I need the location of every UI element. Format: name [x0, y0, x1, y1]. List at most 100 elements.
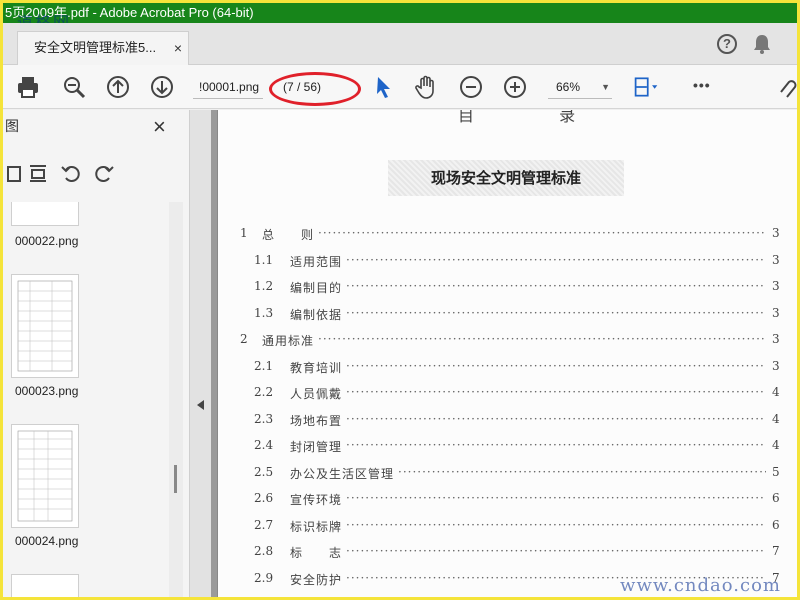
toc-leader-dots: ········································…: [346, 491, 766, 505]
zoom-select[interactable]: 66% ▼: [548, 75, 612, 99]
thumbnail-page-23[interactable]: [11, 274, 79, 378]
toc-page-number: 6: [772, 491, 780, 505]
toc-number: 2.4: [254, 438, 274, 452]
zoom-value: 66%: [556, 80, 581, 94]
extract-page-icon[interactable]: [27, 162, 49, 184]
delete-page-icon[interactable]: [5, 162, 27, 184]
page-up-icon[interactable]: [105, 74, 131, 100]
toc-row: 2.3 场地布置 ·································…: [218, 408, 797, 432]
toc-page-number: 3: [772, 226, 780, 240]
toc-leader-dots: ········································…: [346, 279, 766, 293]
toc-leader-dots: ········································…: [346, 385, 766, 399]
toc-page-number: 3: [772, 358, 780, 373]
thumbnail-image: [17, 430, 73, 522]
thumbnail-page-22[interactable]: [11, 202, 79, 226]
toc-leader-dots: ········································…: [346, 438, 766, 452]
zoom-out-search-icon[interactable]: [61, 74, 87, 100]
toc-number: 1.1: [254, 252, 274, 267]
toc-page-number: 3: [772, 252, 780, 267]
print-icon[interactable]: [15, 74, 41, 100]
toc-row: 1 总 则 ····································…: [218, 222, 797, 246]
toc-title: 安全防护: [290, 572, 343, 587]
select-cursor-icon[interactable]: [371, 74, 397, 100]
toc-leader-dots: ········································…: [346, 544, 766, 558]
toc-number: 1.3: [254, 305, 274, 320]
thumbnail-page-24[interactable]: [11, 424, 79, 528]
thumbnail-scrollbar[interactable]: [169, 202, 183, 597]
toc-title: 场地布置: [290, 413, 343, 428]
toc-number: 2.6: [254, 491, 274, 505]
document-page: 目 录 现场安全文明管理标准 1总 则 ·····················…: [217, 110, 797, 597]
close-panel-icon[interactable]: ×: [153, 116, 166, 138]
toc-row: 1.1 适用范围 ·································…: [218, 249, 797, 273]
toc-number: 2.7: [254, 517, 274, 532]
toc-number: 2.8: [254, 544, 274, 558]
toc-page-number: 4: [772, 385, 780, 399]
toc-leader-dots: ········································…: [398, 464, 766, 479]
hand-tool-icon[interactable]: [413, 74, 439, 100]
page-count-indicator: (7 / 56): [269, 71, 361, 106]
toc-title: 适用范围: [290, 254, 343, 269]
doc-title-box: 现场安全文明管理标准: [388, 160, 624, 196]
more-tools-icon[interactable]: •••: [693, 77, 711, 93]
zoom-out-icon[interactable]: [458, 74, 484, 100]
toc-title: 标 志: [290, 546, 343, 560]
toc-number: 2.2: [254, 385, 274, 399]
toc-row: 2.5 办公及生活区管理 ·····························…: [218, 461, 797, 485]
toc-title: 封闭管理: [290, 440, 343, 454]
toc-row: 2 通用标准 ···································…: [218, 328, 797, 352]
collapse-arrow-icon[interactable]: [197, 400, 204, 410]
document-tab[interactable]: 安全文明管理标准5... ×: [17, 31, 189, 65]
toc-row: 2.6 宣传环境 ·································…: [218, 487, 797, 511]
thumbnail-scrollbar-thumb[interactable]: [174, 465, 177, 493]
thumbnail-list: 000022.png 000023.png 000024.png: [3, 202, 169, 597]
toc-page-number: 6: [772, 517, 780, 532]
toc-page-number: 4: [772, 438, 780, 452]
toc-leader-dots: ········································…: [318, 332, 766, 346]
help-icon[interactable]: ?: [717, 34, 737, 54]
toc-title: 编制目的: [290, 281, 343, 295]
fit-page-icon[interactable]: [633, 74, 659, 100]
tab-label: 安全文明管理标准5...: [34, 40, 157, 55]
toc-row: 2.2 人员佩戴 ·································…: [218, 381, 797, 405]
toc-leader-dots: ········································…: [346, 411, 766, 426]
toc-row: 2.7 标识标牌 ·································…: [218, 514, 797, 538]
toc-page-number: 7: [772, 544, 780, 558]
toc-page-number: 3: [772, 279, 780, 293]
page-down-icon[interactable]: [149, 74, 175, 100]
document-title: 现场安全文明管理标准: [430, 169, 581, 187]
tab-bar: 安全文明管理标准5... × ?: [3, 23, 797, 65]
thumbnail-page-25[interactable]: [11, 574, 79, 597]
panel-collapse-strip[interactable]: [189, 110, 211, 597]
toc-number: 1: [240, 226, 248, 240]
toolbar: !00001.png (7 / 56) 66% ▼ •••: [3, 65, 797, 109]
bell-icon[interactable]: [751, 33, 773, 55]
rotate-left-icon[interactable]: [60, 162, 82, 184]
page-name-input[interactable]: !00001.png: [193, 75, 263, 99]
toc-leader-dots: ········································…: [346, 358, 766, 373]
toc-leader-dots: ········································…: [346, 517, 766, 532]
app-window: 5页2009年.pdf - Adobe Acrobat Pro (64-bit)…: [0, 0, 800, 600]
toc-title: 宣传环境: [290, 493, 343, 507]
thumbnail-label: 000022.png: [15, 234, 79, 248]
toc-row: 2.4 封闭管理 ·································…: [218, 434, 797, 458]
link-icon[interactable]: [777, 74, 797, 100]
toc-page-number: 5: [772, 464, 780, 479]
toc-title: 标识标牌: [290, 519, 343, 534]
toc-number: 1.2: [254, 279, 274, 293]
toc-row: 2.1 教育培训 ·································…: [218, 355, 797, 379]
title-bar: 5页2009年.pdf - Adobe Acrobat Pro (64-bit): [3, 3, 797, 23]
toc-page-number: 3: [772, 305, 780, 320]
toc-leader-dots: ········································…: [346, 252, 766, 267]
zoom-in-icon[interactable]: [502, 74, 528, 100]
toc-row: 1.3 编制依据 ·································…: [218, 302, 797, 326]
toc-number: 2: [240, 332, 248, 346]
toc-leader-dots: ········································…: [346, 305, 766, 320]
toc-number: 2.1: [254, 358, 274, 373]
watermark-url: www.cndao.com: [620, 575, 781, 596]
chevron-down-icon: ▼: [601, 82, 610, 92]
thumbnails-panel: 图 × 000022.png 000023.png 000024.png: [3, 110, 189, 597]
tab-close-icon[interactable]: ×: [174, 32, 182, 64]
panel-title: 图: [5, 118, 19, 134]
rotate-right-icon[interactable]: [93, 162, 115, 184]
